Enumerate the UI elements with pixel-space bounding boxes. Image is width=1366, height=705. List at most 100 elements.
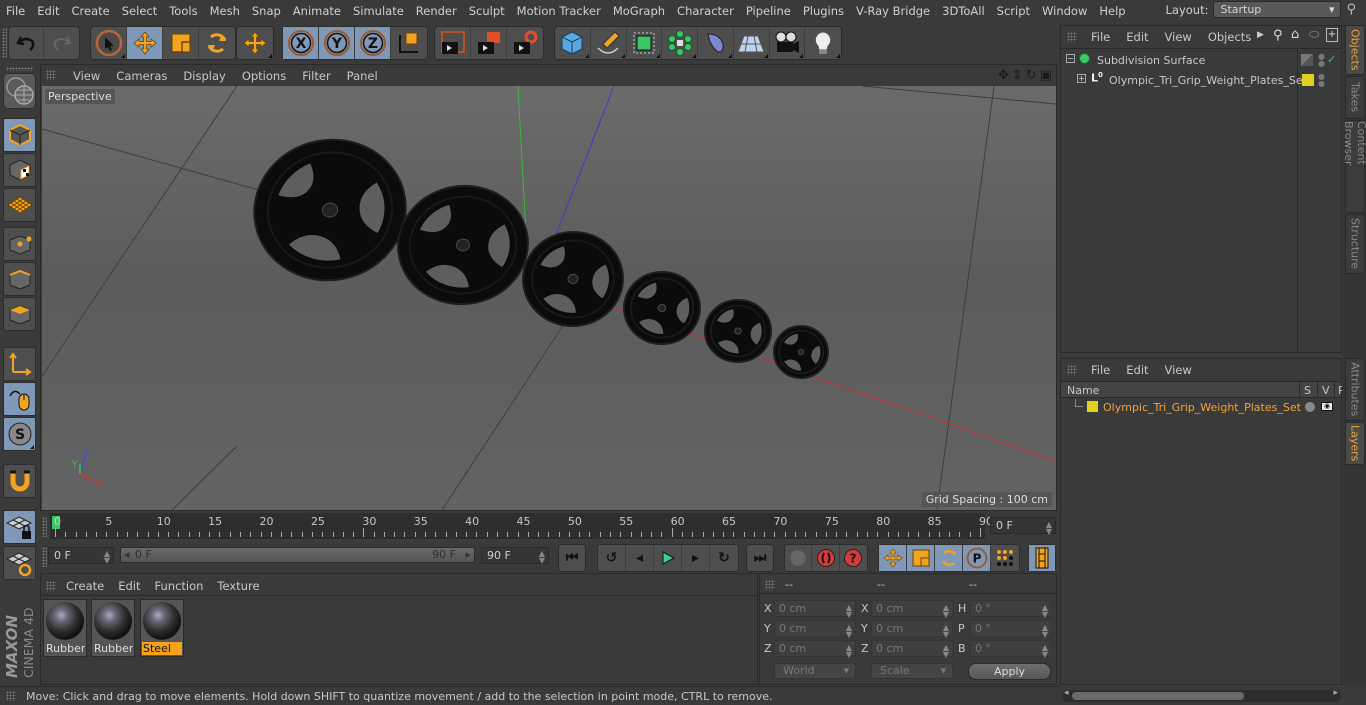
render-settings-button[interactable]	[507, 27, 543, 59]
layer-name[interactable]: Olympic_Tri_Grip_Weight_Plates_Set	[1103, 401, 1301, 414]
workplane-lock-button[interactable]	[3, 510, 36, 544]
key-rotation-button[interactable]	[935, 545, 963, 571]
edges-mode-button[interactable]	[3, 262, 36, 296]
viewport-menu-filter[interactable]: Filter	[294, 69, 338, 83]
material-menu-create[interactable]: Create	[59, 579, 111, 593]
solo-toggle-icon[interactable]	[1305, 402, 1315, 412]
menu-motion-tracker[interactable]: Motion Tracker	[511, 4, 607, 18]
texture-mode-button[interactable]	[3, 153, 36, 187]
scroll-right-arrow-icon[interactable]: ▸	[1333, 688, 1338, 698]
points-mode-button[interactable]	[3, 227, 36, 261]
more-menu-arrow-icon[interactable]: ▶	[1257, 30, 1264, 40]
menu-window[interactable]: Window	[1036, 4, 1093, 18]
tab-takes[interactable]: Takes	[1345, 76, 1365, 119]
objects-menu-edit[interactable]: Edit	[1118, 30, 1156, 44]
home-icon[interactable]: ⌂	[1291, 27, 1299, 42]
keyframe-selection-button[interactable]: ?	[840, 545, 867, 571]
weight-plate[interactable]	[773, 325, 829, 379]
viewport-menu-display[interactable]: Display	[175, 69, 233, 83]
left-toolbar-grip[interactable]	[6, 67, 34, 71]
3d-viewport[interactable]: Z Y X Perspective Grid Spacing : 100 cm	[42, 86, 1056, 510]
add-cube-button[interactable]	[555, 27, 591, 59]
menu-mesh[interactable]: Mesh	[204, 4, 246, 18]
visibility-dots-icon[interactable]: ● ●	[1318, 73, 1325, 88]
collapse-icon[interactable]: −	[1066, 54, 1075, 63]
move-view-icon[interactable]: ✥	[998, 68, 1009, 83]
layer-manager-grip[interactable]	[1067, 365, 1077, 375]
coords-grip[interactable]	[765, 580, 775, 590]
go-to-end-button[interactable]: ⏭	[747, 545, 773, 571]
new-window-icon[interactable]: +	[1326, 28, 1338, 42]
menu-file[interactable]: File	[0, 4, 31, 18]
menu-edit[interactable]: Edit	[31, 4, 65, 18]
key-pla-button[interactable]	[991, 545, 1019, 571]
viewport-menu-options[interactable]: Options	[234, 69, 294, 83]
menu-select[interactable]: Select	[116, 4, 163, 18]
weight-plate[interactable]	[622, 270, 702, 346]
object-name[interactable]: Subdivision Surface	[1097, 54, 1205, 67]
menu-snap[interactable]: Snap	[246, 4, 287, 18]
size-z-field[interactable]: 0 cm ▲ ▼	[871, 640, 953, 659]
material-grip[interactable]	[46, 581, 56, 591]
prev-frame-button[interactable]: ◂	[626, 545, 654, 571]
move-button[interactable]	[127, 27, 163, 59]
y-axis-lock-button[interactable]: Y	[319, 27, 355, 59]
size-mode-dropdown[interactable]: Scale ▾	[871, 663, 953, 679]
coordinate-mode-dropdown[interactable]: World ▾	[774, 663, 856, 679]
solo-mode-button[interactable]: S	[3, 417, 36, 451]
last-tool-button[interactable]	[237, 27, 273, 59]
autokey-button[interactable]	[812, 545, 840, 571]
add-cloner-button[interactable]	[662, 27, 698, 59]
position-x-field[interactable]: 0 cm ▲ ▼	[774, 600, 856, 619]
menu-pipeline[interactable]: Pipeline	[740, 4, 797, 18]
workplane-mode-button[interactable]	[3, 188, 36, 222]
add-deformer-button[interactable]	[698, 27, 734, 59]
go-to-start-button[interactable]: ⏮	[559, 545, 585, 571]
timeline-ruler[interactable]: 0 5 10 15 20 25 30 35 40 45 50 55 60 65 70 75 80 85 90	[50, 513, 993, 539]
range-left-arrow-icon[interactable]: ◂	[124, 548, 130, 561]
column-solo[interactable]: S	[1299, 382, 1311, 397]
search-icon[interactable]: ⚲	[1346, 2, 1356, 17]
menu-help[interactable]: Help	[1093, 4, 1131, 18]
frame-range-slider[interactable]: ◂ 0 F 90 F ▸	[120, 547, 475, 563]
scrollbar-thumb[interactable]	[1072, 692, 1244, 700]
column-render[interactable]: R	[1334, 382, 1342, 397]
material-menu-texture[interactable]: Texture	[210, 579, 266, 593]
next-frame-button[interactable]: ▸	[682, 545, 710, 571]
timeline-window-button[interactable]	[1029, 545, 1055, 571]
play-button[interactable]	[654, 545, 682, 571]
object-name[interactable]: Olympic_Tri_Grip_Weight_Plates_Set	[1109, 74, 1307, 87]
render-picture-viewer-button[interactable]	[471, 27, 507, 59]
size-y-field[interactable]: 0 cm ▲ ▼	[871, 620, 953, 639]
column-visible[interactable]: V	[1317, 382, 1330, 397]
record-keyframe-button[interactable]	[785, 545, 813, 571]
add-pen-button[interactable]	[591, 27, 627, 59]
visibility-dots-icon[interactable]: ● ●	[1318, 53, 1325, 68]
undo-button[interactable]	[9, 27, 45, 59]
apply-button[interactable]: Apply	[968, 663, 1051, 680]
next-key-button[interactable]: ↻	[710, 545, 738, 571]
viewport-menu-panel[interactable]: Panel	[339, 69, 386, 83]
material-swatch[interactable]: Rubber_	[43, 599, 87, 657]
size-x-field[interactable]: 0 cm ▲ ▼	[871, 600, 953, 619]
toolbar-grip[interactable]	[2, 28, 7, 58]
material-swatch[interactable]: Rubber_	[91, 599, 135, 657]
object-manager-grip[interactable]	[1067, 32, 1077, 42]
layers-menu-view[interactable]: View	[1157, 363, 1200, 377]
scale-button[interactable]	[163, 27, 199, 59]
menu-3dtoall[interactable]: 3DToAll	[936, 4, 991, 18]
model-mode-button[interactable]	[3, 118, 36, 152]
key-param-button[interactable]: P	[963, 545, 991, 571]
expand-icon[interactable]: +	[1077, 74, 1086, 83]
weight-plate[interactable]	[704, 298, 772, 364]
tweak-mode-button[interactable]	[3, 382, 36, 416]
layout-dropdown[interactable]: Startup ▾	[1213, 1, 1342, 18]
material-menu-edit[interactable]: Edit	[111, 579, 147, 593]
redo-button[interactable]	[44, 27, 79, 59]
current-frame-field[interactable]: 0 F ▲ ▼	[990, 517, 1056, 536]
rotation-p-field[interactable]: 0 ° ▲ ▼	[970, 620, 1052, 639]
x-axis-lock-button[interactable]: X	[283, 27, 319, 59]
polygons-mode-button[interactable]	[3, 297, 36, 331]
menu-render[interactable]: Render	[410, 4, 463, 18]
prev-key-button[interactable]: ↺	[598, 545, 626, 571]
